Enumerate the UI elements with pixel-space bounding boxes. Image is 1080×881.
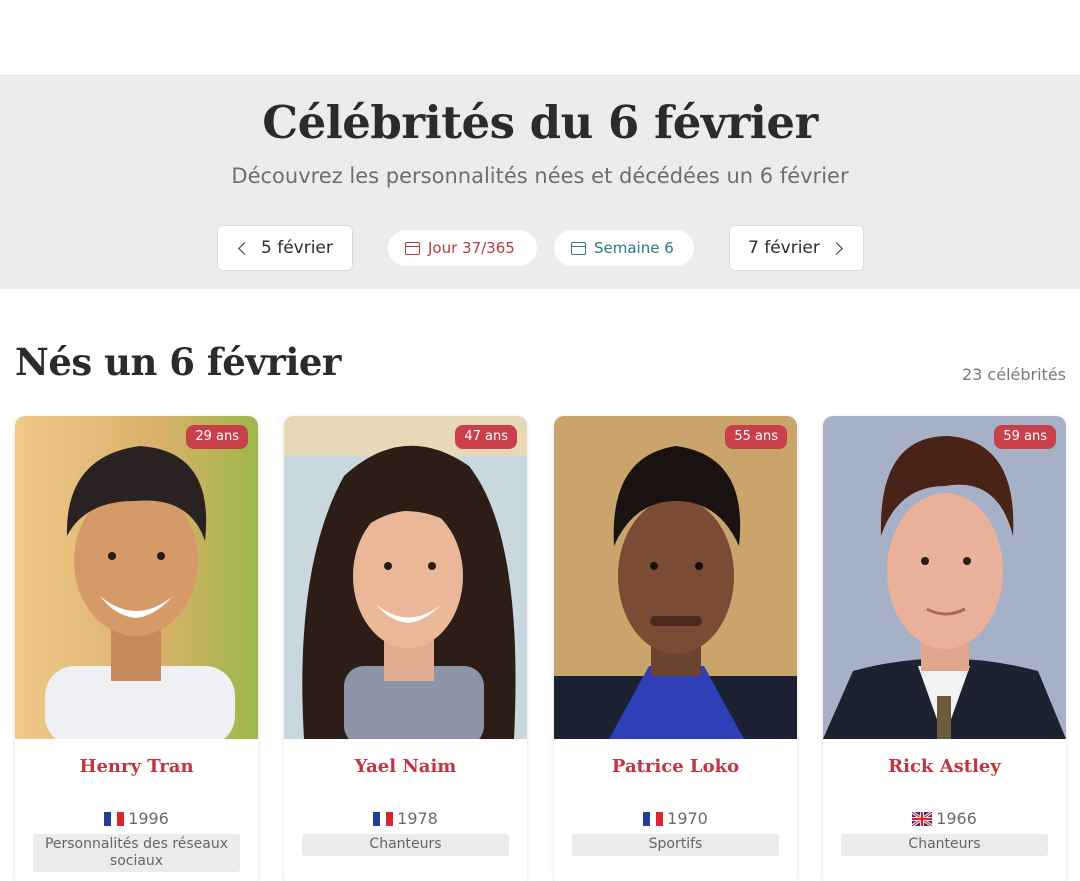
celebrity-photo[interactable]: 29 ans [15, 416, 258, 739]
next-day-button[interactable]: 7 février [729, 225, 864, 271]
day-of-year-badge: Jour 37/365 [388, 230, 537, 266]
page-title: Célébrités du 6 février [262, 96, 818, 149]
celebrity-photo[interactable]: 59 ans [823, 416, 1066, 739]
uk-flag-icon [912, 811, 933, 826]
celebrity-card[interactable]: 29 ans Henry Tran 1996 Personnalités des… [15, 416, 258, 881]
celebrity-name[interactable]: Patrice Loko [554, 756, 797, 777]
birth-info: 1970 [554, 809, 797, 828]
celebrity-card[interactable]: 59 ans Rick Astley 1966 Chanteurs [823, 416, 1066, 881]
week-label: Semaine 6 [594, 239, 674, 257]
age-badge: 55 ans [725, 425, 787, 449]
chevron-left-icon [238, 241, 251, 255]
site-header [0, 0, 1080, 76]
age-badge: 47 ans [455, 425, 517, 449]
fr-flag-icon [643, 811, 664, 826]
previous-day-label: 5 février [261, 238, 333, 258]
category-tag[interactable]: Personnalités des réseaux sociaux [33, 834, 240, 872]
fr-flag-icon [104, 811, 125, 826]
calendar-icon [405, 241, 420, 255]
age-badge: 59 ans [994, 425, 1056, 449]
celebrity-name[interactable]: Yael Naim [284, 756, 527, 777]
birth-year: 1978 [397, 809, 438, 828]
next-day-label: 7 février [748, 238, 820, 258]
birth-info: 1978 [284, 809, 527, 828]
age-badge: 29 ans [186, 425, 248, 449]
category-tag[interactable]: Chanteurs [302, 834, 509, 856]
celebrity-photo[interactable]: 47 ans [284, 416, 527, 739]
birth-year: 1996 [128, 809, 169, 828]
previous-day-button[interactable]: 5 février [217, 225, 353, 271]
celebrity-name[interactable]: Henry Tran [15, 756, 258, 777]
celebrity-photo[interactable]: 55 ans [554, 416, 797, 739]
calendar-week-icon [571, 241, 586, 255]
birth-year: 1970 [667, 809, 708, 828]
section-title: Nés un 6 février [15, 340, 341, 384]
celebrity-card[interactable]: 47 ans Yael Naim 1978 Chanteurs [284, 416, 527, 881]
birth-year: 1966 [936, 809, 977, 828]
chevron-right-icon [830, 241, 843, 255]
birth-info: 1966 [823, 809, 1066, 828]
day-of-year-label: Jour 37/365 [428, 239, 515, 257]
birth-info: 1996 [15, 809, 258, 828]
category-tag[interactable]: Sportifs [572, 834, 779, 856]
page-subtitle: Découvrez les personnalités nées et décé… [231, 164, 849, 188]
fr-flag-icon [373, 811, 394, 826]
week-badge: Semaine 6 [554, 230, 694, 266]
category-tag[interactable]: Chanteurs [841, 834, 1048, 856]
celebrity-card[interactable]: 55 ans Patrice Loko 1970 Sportifs [554, 416, 797, 881]
celebrity-name[interactable]: Rick Astley [823, 756, 1066, 777]
date-hero: Célébrités du 6 février Découvrez les pe… [0, 76, 1080, 289]
celebrity-count: 23 célébrités [961, 365, 1066, 384]
